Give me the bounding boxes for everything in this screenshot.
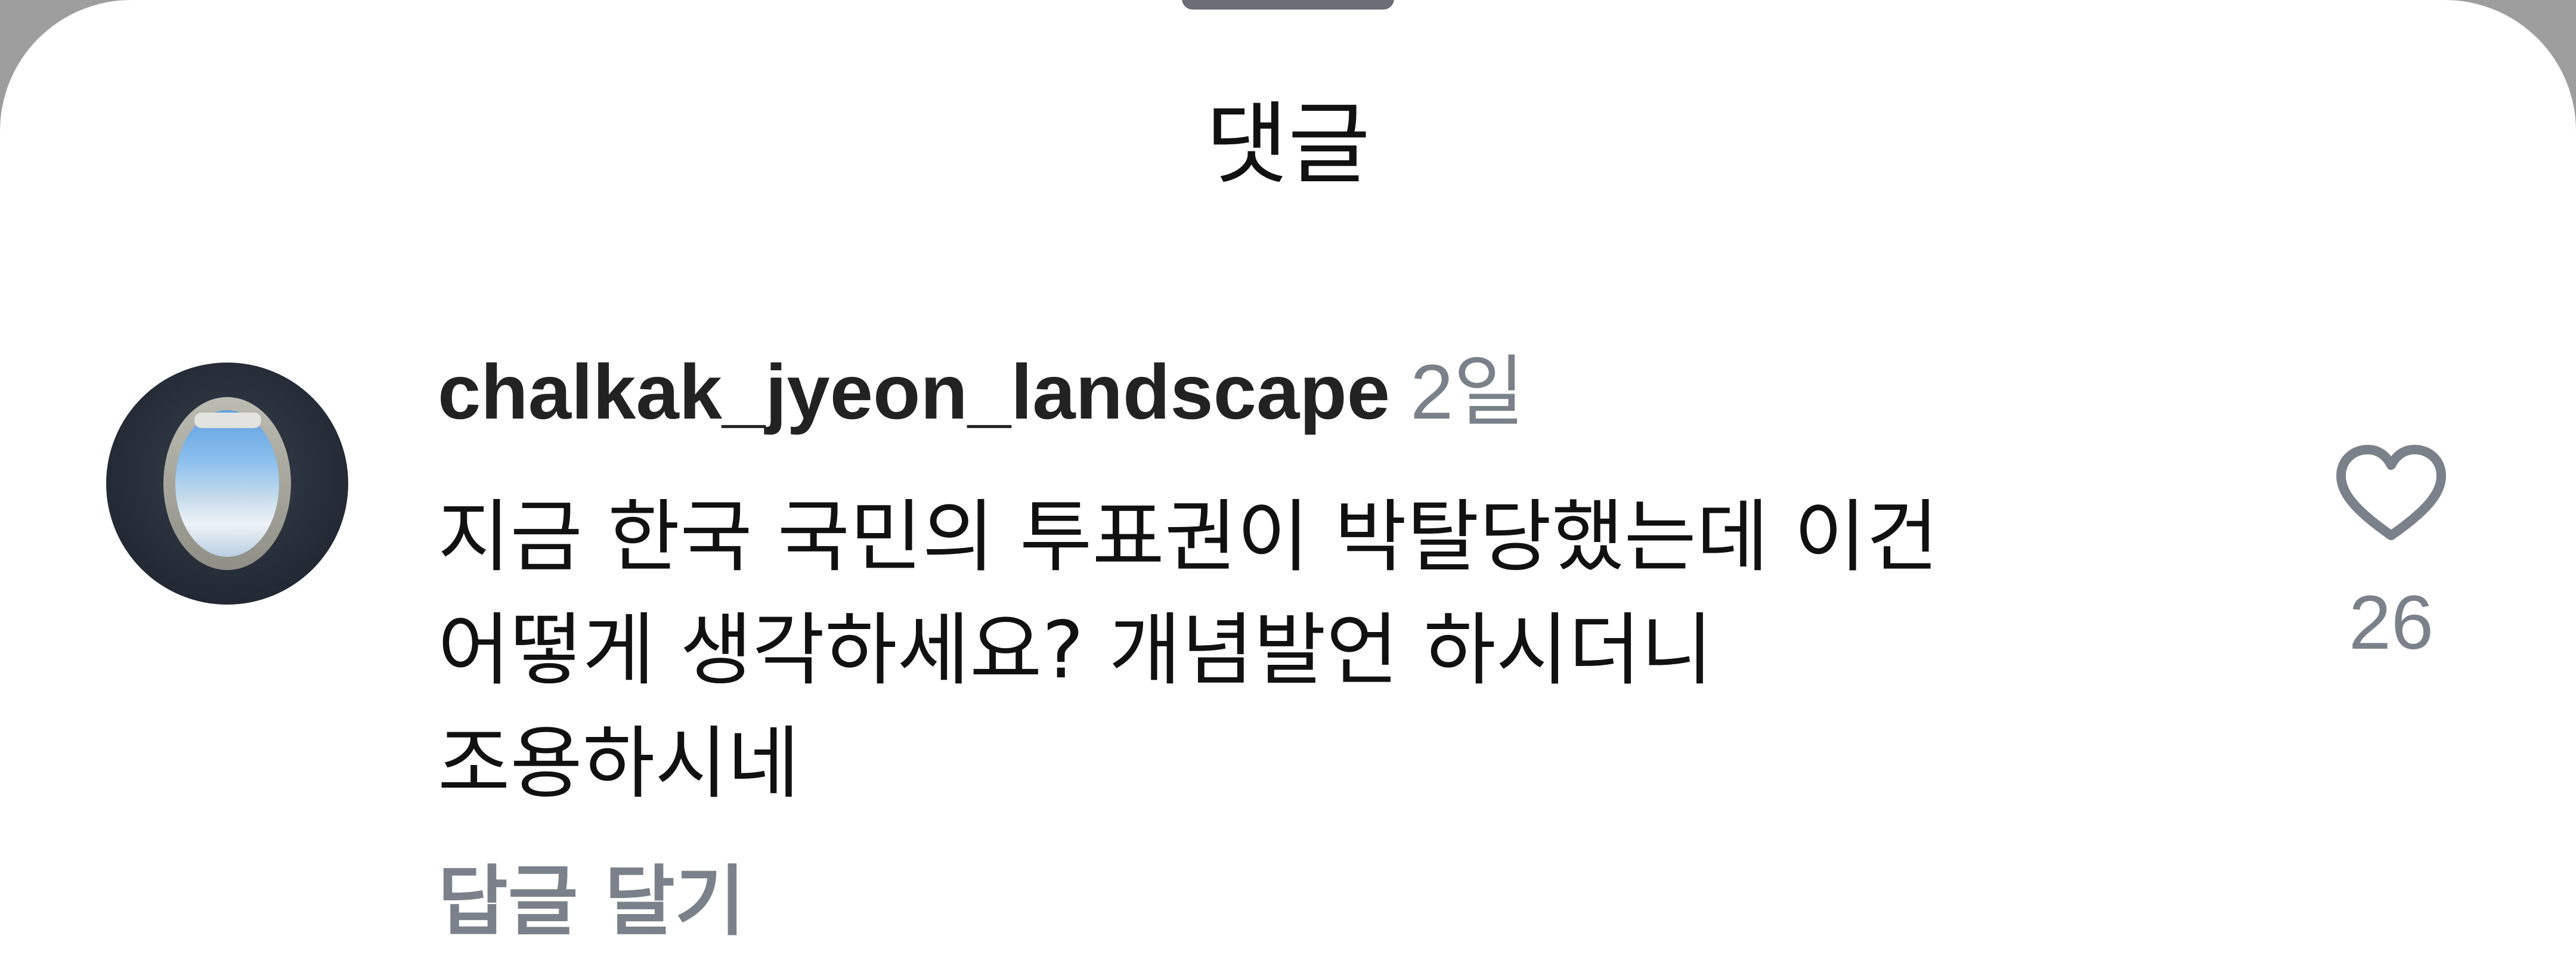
like-count: 26 (2348, 580, 2434, 665)
airplane-window-shade (194, 413, 261, 428)
comment-line-2: 어떻게 생각하세요? 개념발언 하시더니 (438, 605, 1713, 696)
comments-sheet: 댓글 chalkak_jyeon_landscape 2일 지금 한국 국민의 투… (0, 0, 2576, 954)
reply-button[interactable]: 답글 달기 (438, 851, 745, 953)
comment-text: 지금 한국 국민의 투표권이 박탈당했는데 이건 어떻게 생각하세요? 개념발언… (438, 481, 2167, 820)
username-link[interactable]: chalkak_jyeon_landscape (438, 348, 1390, 435)
heart-outline-icon[interactable] (2335, 444, 2447, 545)
airplane-window-sky (175, 410, 279, 557)
comment-time: 2일 (1410, 348, 1525, 435)
like-section: 26 (2326, 444, 2457, 670)
avatar[interactable] (106, 363, 348, 605)
comment-line-3: 조용하시네 (438, 718, 800, 810)
comment-header: chalkak_jyeon_landscape 2일 (438, 347, 1525, 436)
sheet-title: 댓글 (1205, 93, 1370, 197)
drag-handle[interactable] (1182, 0, 1394, 10)
comment-line-1: 지금 한국 국민의 투표권이 박탈당했는데 이건 (438, 491, 1939, 583)
